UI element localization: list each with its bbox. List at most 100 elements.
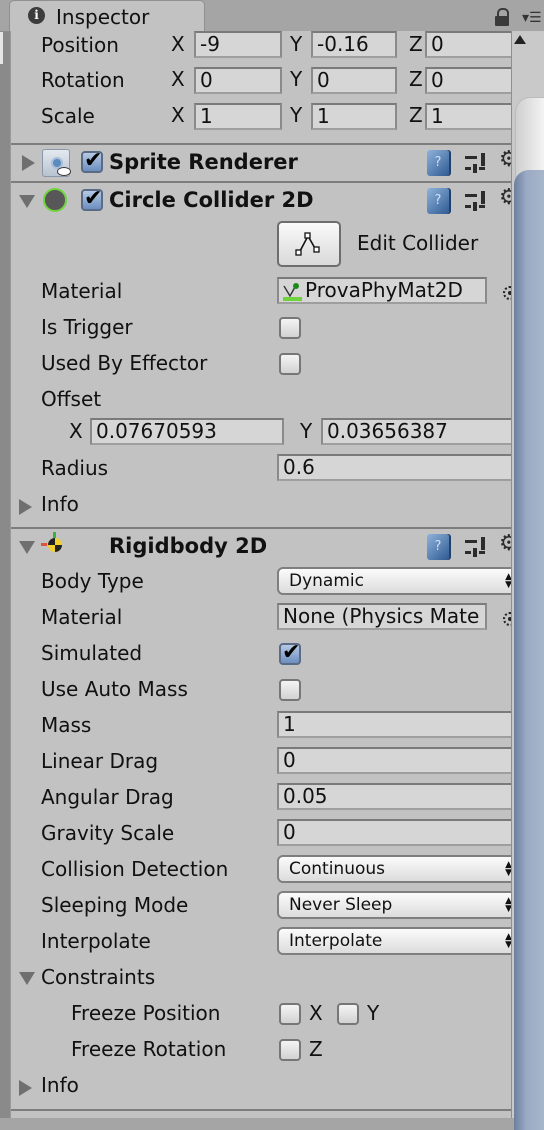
preset-icon[interactable] xyxy=(465,153,487,175)
body-type-dropdown[interactable]: Dynamic▲▼ xyxy=(277,567,511,595)
transform-position-row: Position X -9 Y -0.16 Z 0 xyxy=(11,31,511,67)
collider-material-field[interactable]: ProvaPhyMat2D xyxy=(277,277,487,304)
position-x-field[interactable]: -9 xyxy=(194,31,282,58)
position-y-field[interactable]: -0.16 xyxy=(311,31,397,58)
interpolate-dropdown[interactable]: Interpolate▲▼ xyxy=(277,927,511,955)
interpolate-value: Interpolate xyxy=(289,931,383,951)
offset-y-field[interactable]: 0.03656387 xyxy=(321,418,511,445)
collision-detection-dropdown[interactable]: Continuous▲▼ xyxy=(277,855,511,883)
is-trigger-checkbox[interactable] xyxy=(279,317,301,339)
rigidbody-material-row: Material None (Physics Mate xyxy=(11,600,511,636)
use-auto-mass-checkbox[interactable] xyxy=(279,679,301,701)
angular-drag-field[interactable]: 0.05 xyxy=(277,783,511,810)
panel-menu-icon[interactable]: ▾☰ xyxy=(522,11,542,25)
transform-rotation-row: Rotation X 0 Y 0 Z 0 xyxy=(11,66,511,102)
collider-info-label: Info xyxy=(41,492,79,516)
object-picker-icon[interactable] xyxy=(503,612,511,626)
interpolate-row: Interpolate Interpolate▲▼ xyxy=(11,924,511,960)
sleeping-mode-dropdown[interactable]: Never Sleep▲▼ xyxy=(277,891,511,919)
axis-z-label: Z xyxy=(409,67,423,91)
offset-x-axis-label: X xyxy=(69,419,83,443)
body-type-row: Body Type Dynamic▲▼ xyxy=(11,564,511,600)
freeze-rotation-row: Freeze Rotation Z xyxy=(11,1032,511,1068)
rigidbody-info-label: Info xyxy=(41,1073,79,1097)
gear-icon[interactable]: ⚙▾ xyxy=(499,185,511,210)
freeze-position-x-label: X xyxy=(309,1001,323,1025)
foldout-collapsed-icon[interactable] xyxy=(19,499,32,515)
scroll-thumb[interactable] xyxy=(514,170,544,1130)
freeze-rotation-z-checkbox[interactable] xyxy=(279,1039,301,1061)
foldout-collapsed-icon[interactable] xyxy=(22,155,35,171)
gear-icon[interactable]: ⚙▾ xyxy=(499,531,511,556)
collision-detection-label: Collision Detection xyxy=(41,857,229,881)
position-z-field[interactable]: 0 xyxy=(425,31,511,58)
edit-collider-button[interactable] xyxy=(277,221,341,267)
collision-detection-value: Continuous xyxy=(289,859,386,879)
simulated-checkbox[interactable] xyxy=(279,640,301,665)
mass-field[interactable]: 1 xyxy=(277,711,511,738)
sprite-renderer-icon xyxy=(42,149,71,177)
scale-x-field[interactable]: 1 xyxy=(194,103,282,130)
sprite-renderer-enabled-checkbox[interactable] xyxy=(81,148,103,173)
used-by-effector-checkbox[interactable] xyxy=(279,353,301,375)
constraints-label: Constraints xyxy=(41,965,156,989)
sprite-renderer-header[interactable]: Sprite Renderer ? ⚙▾ xyxy=(11,143,511,181)
offset-row: Offset xyxy=(11,382,511,418)
constraints-foldout[interactable]: Constraints xyxy=(11,960,511,996)
scroll-up-arrow-icon[interactable] xyxy=(514,35,526,44)
axis-z-label: Z xyxy=(409,32,423,56)
freeze-rotation-label: Freeze Rotation xyxy=(71,1037,227,1061)
foldout-collapsed-icon[interactable] xyxy=(19,1080,32,1096)
linear-drag-field[interactable]: 0 xyxy=(277,747,511,774)
help-icon[interactable]: ? xyxy=(427,534,449,560)
edit-collider-icon xyxy=(295,232,320,256)
rigidbody-material-field[interactable]: None (Physics Mate xyxy=(277,603,487,630)
simulated-row: Simulated xyxy=(11,636,511,672)
rigidbody-info-foldout[interactable]: Info xyxy=(11,1068,511,1104)
sleeping-mode-row: Sleeping Mode Never Sleep▲▼ xyxy=(11,888,511,924)
foldout-expanded-icon[interactable] xyxy=(19,972,35,985)
freeze-position-x-checkbox[interactable] xyxy=(279,1003,301,1025)
tab-inspector[interactable]: i Inspector xyxy=(9,0,205,31)
used-by-effector-label: Used By Effector xyxy=(41,351,208,375)
linear-drag-row: Linear Drag 0 xyxy=(11,744,511,780)
material-label: Material xyxy=(41,605,123,629)
vertical-scrollbar[interactable] xyxy=(511,31,544,1130)
rotation-y-field[interactable]: 0 xyxy=(311,67,397,94)
foldout-expanded-icon[interactable] xyxy=(19,195,35,208)
radius-field[interactable]: 0.6 xyxy=(277,454,511,481)
radius-row: Radius 0.6 xyxy=(11,451,511,487)
material-label: Material xyxy=(41,279,123,303)
rigidbody-icon xyxy=(41,532,62,552)
axis-z-label: Z xyxy=(409,103,423,127)
freeze-position-row: Freeze Position X Y xyxy=(11,996,511,1032)
preset-icon[interactable] xyxy=(465,537,487,559)
scale-z-field[interactable]: 1 xyxy=(425,103,511,130)
rotation-z-field[interactable]: 0 xyxy=(425,67,511,94)
scale-y-field[interactable]: 1 xyxy=(311,103,397,130)
collider-info-foldout[interactable]: Info xyxy=(11,487,511,523)
axis-x-label: X xyxy=(171,103,185,127)
circle-collider-header[interactable]: Circle Collider 2D ? ⚙▾ xyxy=(11,181,511,219)
offset-x-field[interactable]: 0.07670593 xyxy=(90,418,284,445)
rigidbody-header[interactable]: Rigidbody 2D ? ⚙▾ xyxy=(11,527,511,565)
circle-collider-enabled-checkbox[interactable] xyxy=(81,186,103,211)
is-trigger-row: Is Trigger xyxy=(11,310,511,346)
collider-material-value: ProvaPhyMat2D xyxy=(305,278,463,302)
help-icon[interactable]: ? xyxy=(427,188,449,214)
gear-icon[interactable]: ⚙▾ xyxy=(499,147,511,172)
interpolate-label: Interpolate xyxy=(41,929,151,953)
axis-x-label: X xyxy=(171,67,185,91)
rotation-x-field[interactable]: 0 xyxy=(194,67,282,94)
freeze-position-y-checkbox[interactable] xyxy=(337,1003,359,1025)
help-icon[interactable]: ? xyxy=(427,150,449,176)
gravity-scale-field[interactable]: 0 xyxy=(277,819,511,846)
sleeping-mode-label: Sleeping Mode xyxy=(41,893,189,917)
object-picker-icon[interactable] xyxy=(503,286,511,300)
used-by-effector-row: Used By Effector xyxy=(11,346,511,382)
lock-icon[interactable] xyxy=(495,8,509,26)
tab-label: Inspector xyxy=(56,5,150,29)
preset-icon[interactable] xyxy=(465,191,487,213)
axis-x-label: X xyxy=(171,32,185,56)
foldout-expanded-icon[interactable] xyxy=(19,541,35,554)
